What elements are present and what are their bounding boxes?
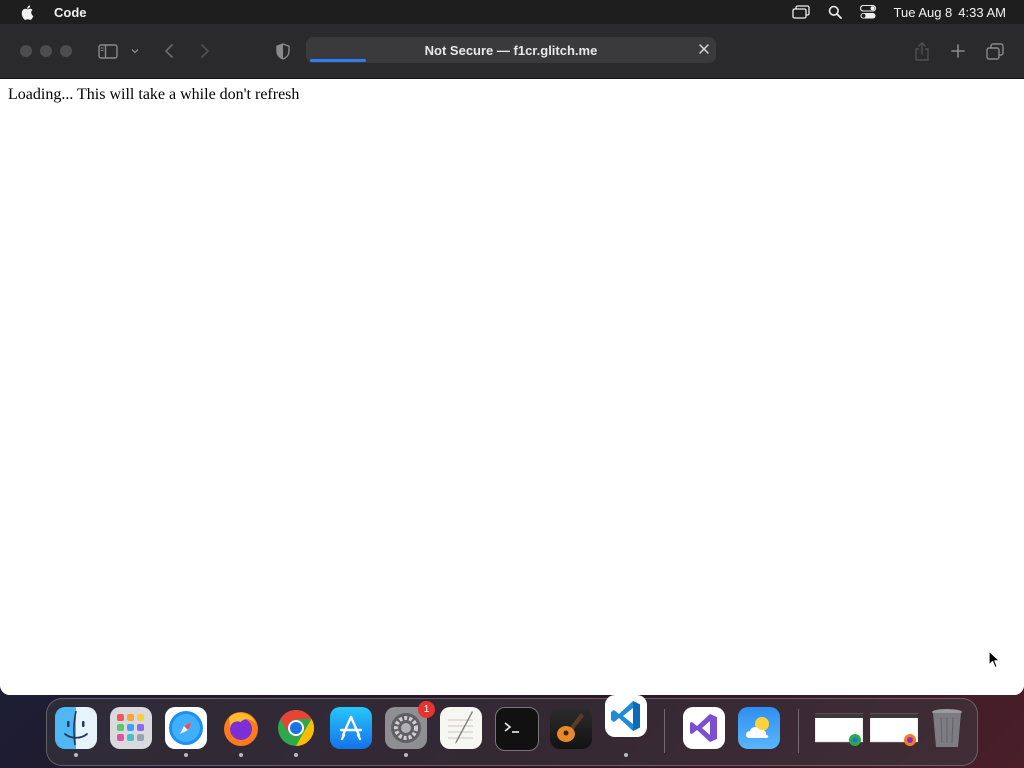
privacy-shield-icon[interactable] bbox=[274, 40, 292, 62]
apple-icon[interactable] bbox=[20, 4, 36, 20]
screen-mirroring-icon[interactable] bbox=[791, 5, 810, 19]
stop-loading-icon[interactable] bbox=[698, 43, 710, 58]
system-settings-icon[interactable]: 1 bbox=[385, 701, 435, 757]
mouse-cursor-icon bbox=[988, 650, 1002, 675]
menu-bar-clock[interactable]: Tue Aug 8 4:33 AM bbox=[894, 5, 1007, 20]
dock-separator bbox=[798, 709, 799, 753]
chrome-icon[interactable] bbox=[275, 707, 317, 757]
minimized-chrome-window[interactable] bbox=[815, 707, 863, 749]
minimized-firefox-window[interactable] bbox=[870, 707, 918, 749]
running-indicator bbox=[294, 753, 298, 757]
browser-toolbar: Not Secure — f1cr.glitch.me bbox=[0, 24, 1024, 79]
garageband-icon[interactable] bbox=[550, 707, 592, 749]
web-page-content: Loading... This will take a while don't … bbox=[0, 79, 1024, 695]
vscode-icon[interactable] bbox=[605, 695, 647, 757]
running-indicator bbox=[239, 753, 243, 757]
back-button-icon[interactable] bbox=[160, 40, 178, 62]
running-indicator bbox=[184, 753, 188, 757]
menu-bar: Code Tue Aug 8 4:33 AM bbox=[0, 0, 1024, 24]
sidebar-toggle-icon[interactable] bbox=[96, 40, 120, 62]
clock-date: Tue Aug 8 bbox=[893, 4, 953, 20]
address-bar[interactable]: Not Secure — f1cr.glitch.me bbox=[306, 37, 716, 63]
terminal-icon[interactable] bbox=[495, 707, 539, 751]
minimize-window-button[interactable] bbox=[40, 45, 52, 57]
dock-separator bbox=[664, 709, 665, 753]
app-store-icon[interactable] bbox=[330, 707, 372, 749]
weather-icon[interactable] bbox=[738, 707, 780, 749]
running-indicator bbox=[404, 753, 408, 757]
clock-time: 4:33 AM bbox=[958, 4, 1006, 20]
running-indicator bbox=[74, 753, 78, 757]
close-window-button[interactable] bbox=[20, 45, 32, 57]
safari-window: Not Secure — f1cr.glitch.me Loading... T… bbox=[0, 24, 1024, 695]
zoom-window-button[interactable] bbox=[60, 45, 72, 57]
page-load-progress-bar bbox=[310, 59, 366, 62]
new-tab-icon[interactable] bbox=[948, 40, 968, 62]
dock: 1 bbox=[46, 695, 978, 766]
control-center-icon[interactable] bbox=[859, 5, 876, 19]
finder-icon[interactable] bbox=[55, 707, 97, 757]
tab-overview-icon[interactable] bbox=[985, 40, 1005, 62]
launchpad-icon[interactable] bbox=[110, 707, 152, 749]
trash-icon[interactable] bbox=[926, 707, 968, 749]
textedit-icon[interactable] bbox=[440, 707, 482, 749]
safari-icon[interactable] bbox=[165, 707, 207, 757]
forward-button-icon[interactable] bbox=[196, 40, 214, 62]
loading-message: Loading... This will take a while don't … bbox=[8, 86, 300, 103]
active-app-name[interactable]: Code bbox=[54, 5, 87, 20]
firefox-icon[interactable] bbox=[220, 707, 262, 757]
running-indicator bbox=[624, 753, 628, 757]
chevron-down-icon[interactable] bbox=[128, 40, 142, 62]
share-icon[interactable] bbox=[912, 40, 932, 62]
notification-badge: 1 bbox=[418, 701, 435, 718]
visual-studio-icon[interactable] bbox=[683, 707, 725, 749]
spotlight-search-icon[interactable] bbox=[828, 5, 842, 19]
url-text: Not Secure — f1cr.glitch.me bbox=[424, 42, 598, 58]
